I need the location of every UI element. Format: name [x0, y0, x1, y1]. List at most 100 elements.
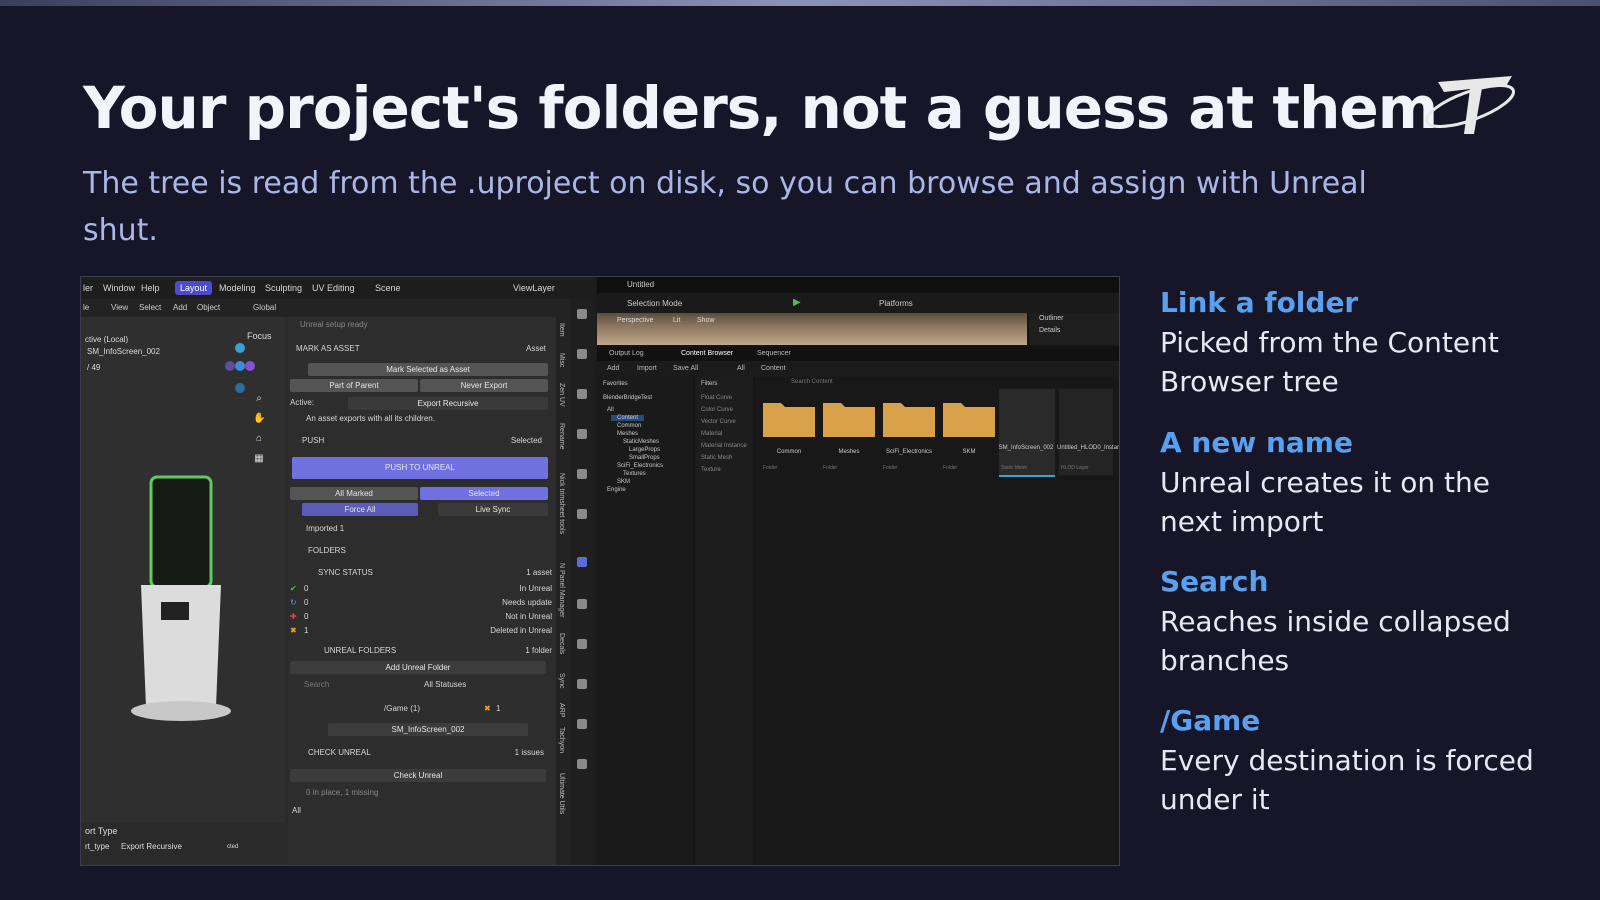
tree-item[interactable]: Content	[611, 415, 645, 421]
tab-output-log[interactable]: Output Log	[609, 350, 644, 357]
all-marked-toggle[interactable]: All Marked	[290, 487, 418, 500]
check-unreal-header[interactable]: CHECK UNREAL	[308, 748, 371, 757]
vtab-misc[interactable]: Misc	[558, 353, 565, 367]
check-unreal-button[interactable]: Check Unreal	[290, 769, 546, 782]
tree-item[interactable]: Common	[617, 423, 641, 429]
3d-viewport[interactable]: ctive (Local) SM_InfoScreen_002 / 49 Foc…	[81, 317, 285, 865]
selection-mode-dropdown[interactable]: Selection Mode	[627, 299, 682, 308]
unreal-folders-header[interactable]: UNREAL FOLDERS	[324, 646, 396, 655]
platforms-dropdown[interactable]: Platforms	[879, 299, 913, 308]
show-button[interactable]: Show	[697, 317, 715, 324]
tree-item[interactable]: SciFi_Electronics	[617, 463, 663, 469]
live-sync-button[interactable]: Live Sync	[438, 503, 548, 516]
unreal-viewport[interactable]: Perspective Lit Show	[597, 313, 1027, 345]
filter-item[interactable]: Texture	[701, 467, 721, 473]
vtab-arp[interactable]: ARP	[558, 703, 565, 717]
tree-item[interactable]: SmallProps	[629, 455, 660, 461]
folder-icon[interactable]	[823, 397, 875, 437]
object-icon[interactable]	[577, 509, 587, 519]
header-add[interactable]: Add	[173, 303, 187, 312]
workspace-tab-uv-editing[interactable]: UV Editing	[312, 283, 355, 293]
part-of-parent-button[interactable]: Part of Parent	[290, 379, 418, 392]
vtab-sync[interactable]: Sync	[558, 673, 565, 689]
force-all-button[interactable]: Force All	[302, 503, 418, 516]
tree-item[interactable]: StaticMeshes	[623, 439, 659, 445]
status-filter-select[interactable]: All Statuses	[424, 680, 466, 689]
filter-item[interactable]: Material Instance	[701, 443, 747, 449]
perspective-button[interactable]: Perspective	[617, 317, 654, 324]
vtab-ultimate-utils[interactable]: Ultimate Utils	[558, 773, 565, 814]
workspace-tab-layout[interactable]: Layout	[175, 281, 213, 295]
workspace-tab-sculpting[interactable]: Sculpting	[265, 283, 302, 293]
level-tab[interactable]: Untitled	[627, 280, 654, 289]
bridge-tab-icon[interactable]	[577, 557, 587, 567]
tree-item[interactable]: Textures	[623, 471, 646, 477]
sync-status-header[interactable]: SYNC STATUS	[318, 568, 373, 577]
vtab-n-panel-manager[interactable]: N Panel Manager	[558, 563, 565, 617]
vtab-tachyon[interactable]: Tachyon	[558, 727, 565, 753]
filter-item[interactable]: Vector Curve	[701, 419, 736, 425]
tree-item[interactable]: SKM	[617, 479, 630, 485]
render-icon[interactable]	[577, 349, 587, 359]
filter-item[interactable]: Color Curve	[701, 407, 733, 413]
tool-icon[interactable]	[577, 309, 587, 319]
game-delete-icon[interactable]: ✖	[484, 704, 491, 713]
export-type-value[interactable]: Export Recursive	[121, 842, 182, 851]
project-section[interactable]: BlenderBridgeTest	[603, 395, 652, 401]
outliner-tab[interactable]: Outliner	[1039, 315, 1064, 322]
transform-orientation[interactable]: Global	[253, 303, 276, 312]
header-view[interactable]: View	[111, 303, 128, 312]
folder-icon[interactable]	[883, 397, 935, 437]
menu-help[interactable]: Help	[141, 283, 160, 293]
mark-as-asset-header[interactable]: MARK AS ASSET	[296, 344, 360, 353]
vtab-nick-trimsheet[interactable]: Nick trimsheet tools	[558, 473, 565, 534]
push-header[interactable]: PUSH	[302, 436, 324, 445]
save-all-button[interactable]: Save All	[673, 365, 698, 372]
breadcrumb-all[interactable]: All	[737, 365, 745, 372]
output-icon[interactable]	[577, 389, 587, 399]
asset-row-sm-infoscreen[interactable]: SM_InfoScreen_002	[328, 723, 528, 736]
folders-header[interactable]: FOLDERS	[308, 546, 346, 555]
tab-sequencer[interactable]: Sequencer	[757, 350, 791, 357]
push-to-unreal-button[interactable]: PUSH TO UNREAL	[292, 457, 548, 479]
vtab-item[interactable]: Item	[558, 323, 565, 337]
modifier-icon[interactable]	[577, 599, 587, 609]
viewport-nav-tools[interactable]: ⌕ ✋ ⌂ ▦	[253, 389, 265, 469]
scene-selector[interactable]: Scene	[375, 283, 401, 293]
physics-icon[interactable]	[577, 639, 587, 649]
scene-icon[interactable]	[577, 429, 587, 439]
vtab-rename[interactable]: Rename	[558, 423, 565, 449]
world-icon[interactable]	[577, 469, 587, 479]
selected-toggle[interactable]: Selected	[420, 487, 548, 500]
add-button[interactable]: Add	[607, 365, 619, 372]
menu-window[interactable]: Window	[103, 283, 135, 293]
filter-item[interactable]: Float Curve	[701, 395, 732, 401]
menu-file-partial[interactable]: ler	[83, 283, 93, 293]
material-icon[interactable]	[577, 759, 587, 769]
data-icon[interactable]	[577, 719, 587, 729]
tree-item[interactable]: Engine	[607, 487, 626, 493]
active-export-select[interactable]: Export Recursive	[348, 397, 548, 410]
folder-icon[interactable]	[763, 397, 815, 437]
lit-button[interactable]: Lit	[673, 317, 680, 324]
hlod-thumbnail[interactable]	[1059, 389, 1113, 475]
folder-search-input[interactable]: Search	[304, 680, 329, 689]
folder-icon[interactable]	[943, 397, 995, 437]
vtab-zen-uv[interactable]: Zen UV	[558, 383, 565, 407]
tree-item[interactable]: LargeProps	[629, 447, 660, 453]
tree-item[interactable]: Meshes	[617, 431, 638, 437]
import-button[interactable]: Import	[637, 365, 657, 372]
constraint-icon[interactable]	[577, 679, 587, 689]
workspace-tab-modeling[interactable]: Modeling	[219, 283, 256, 293]
game-folder-row[interactable]: /Game (1)	[384, 704, 420, 713]
tree-item[interactable]: All	[607, 407, 614, 413]
filter-item[interactable]: Material	[701, 431, 722, 437]
header-select[interactable]: Select	[139, 303, 161, 312]
breadcrumb-content[interactable]: Content	[761, 365, 786, 372]
content-search-input[interactable]: Search Content	[791, 379, 833, 385]
tab-content-browser[interactable]: Content Browser	[681, 350, 733, 357]
details-tab[interactable]: Details	[1039, 327, 1060, 334]
viewlayer-selector[interactable]: ViewLayer	[513, 283, 555, 293]
vtab-decals[interactable]: Decals	[558, 633, 565, 654]
header-object[interactable]: Object	[197, 303, 220, 312]
